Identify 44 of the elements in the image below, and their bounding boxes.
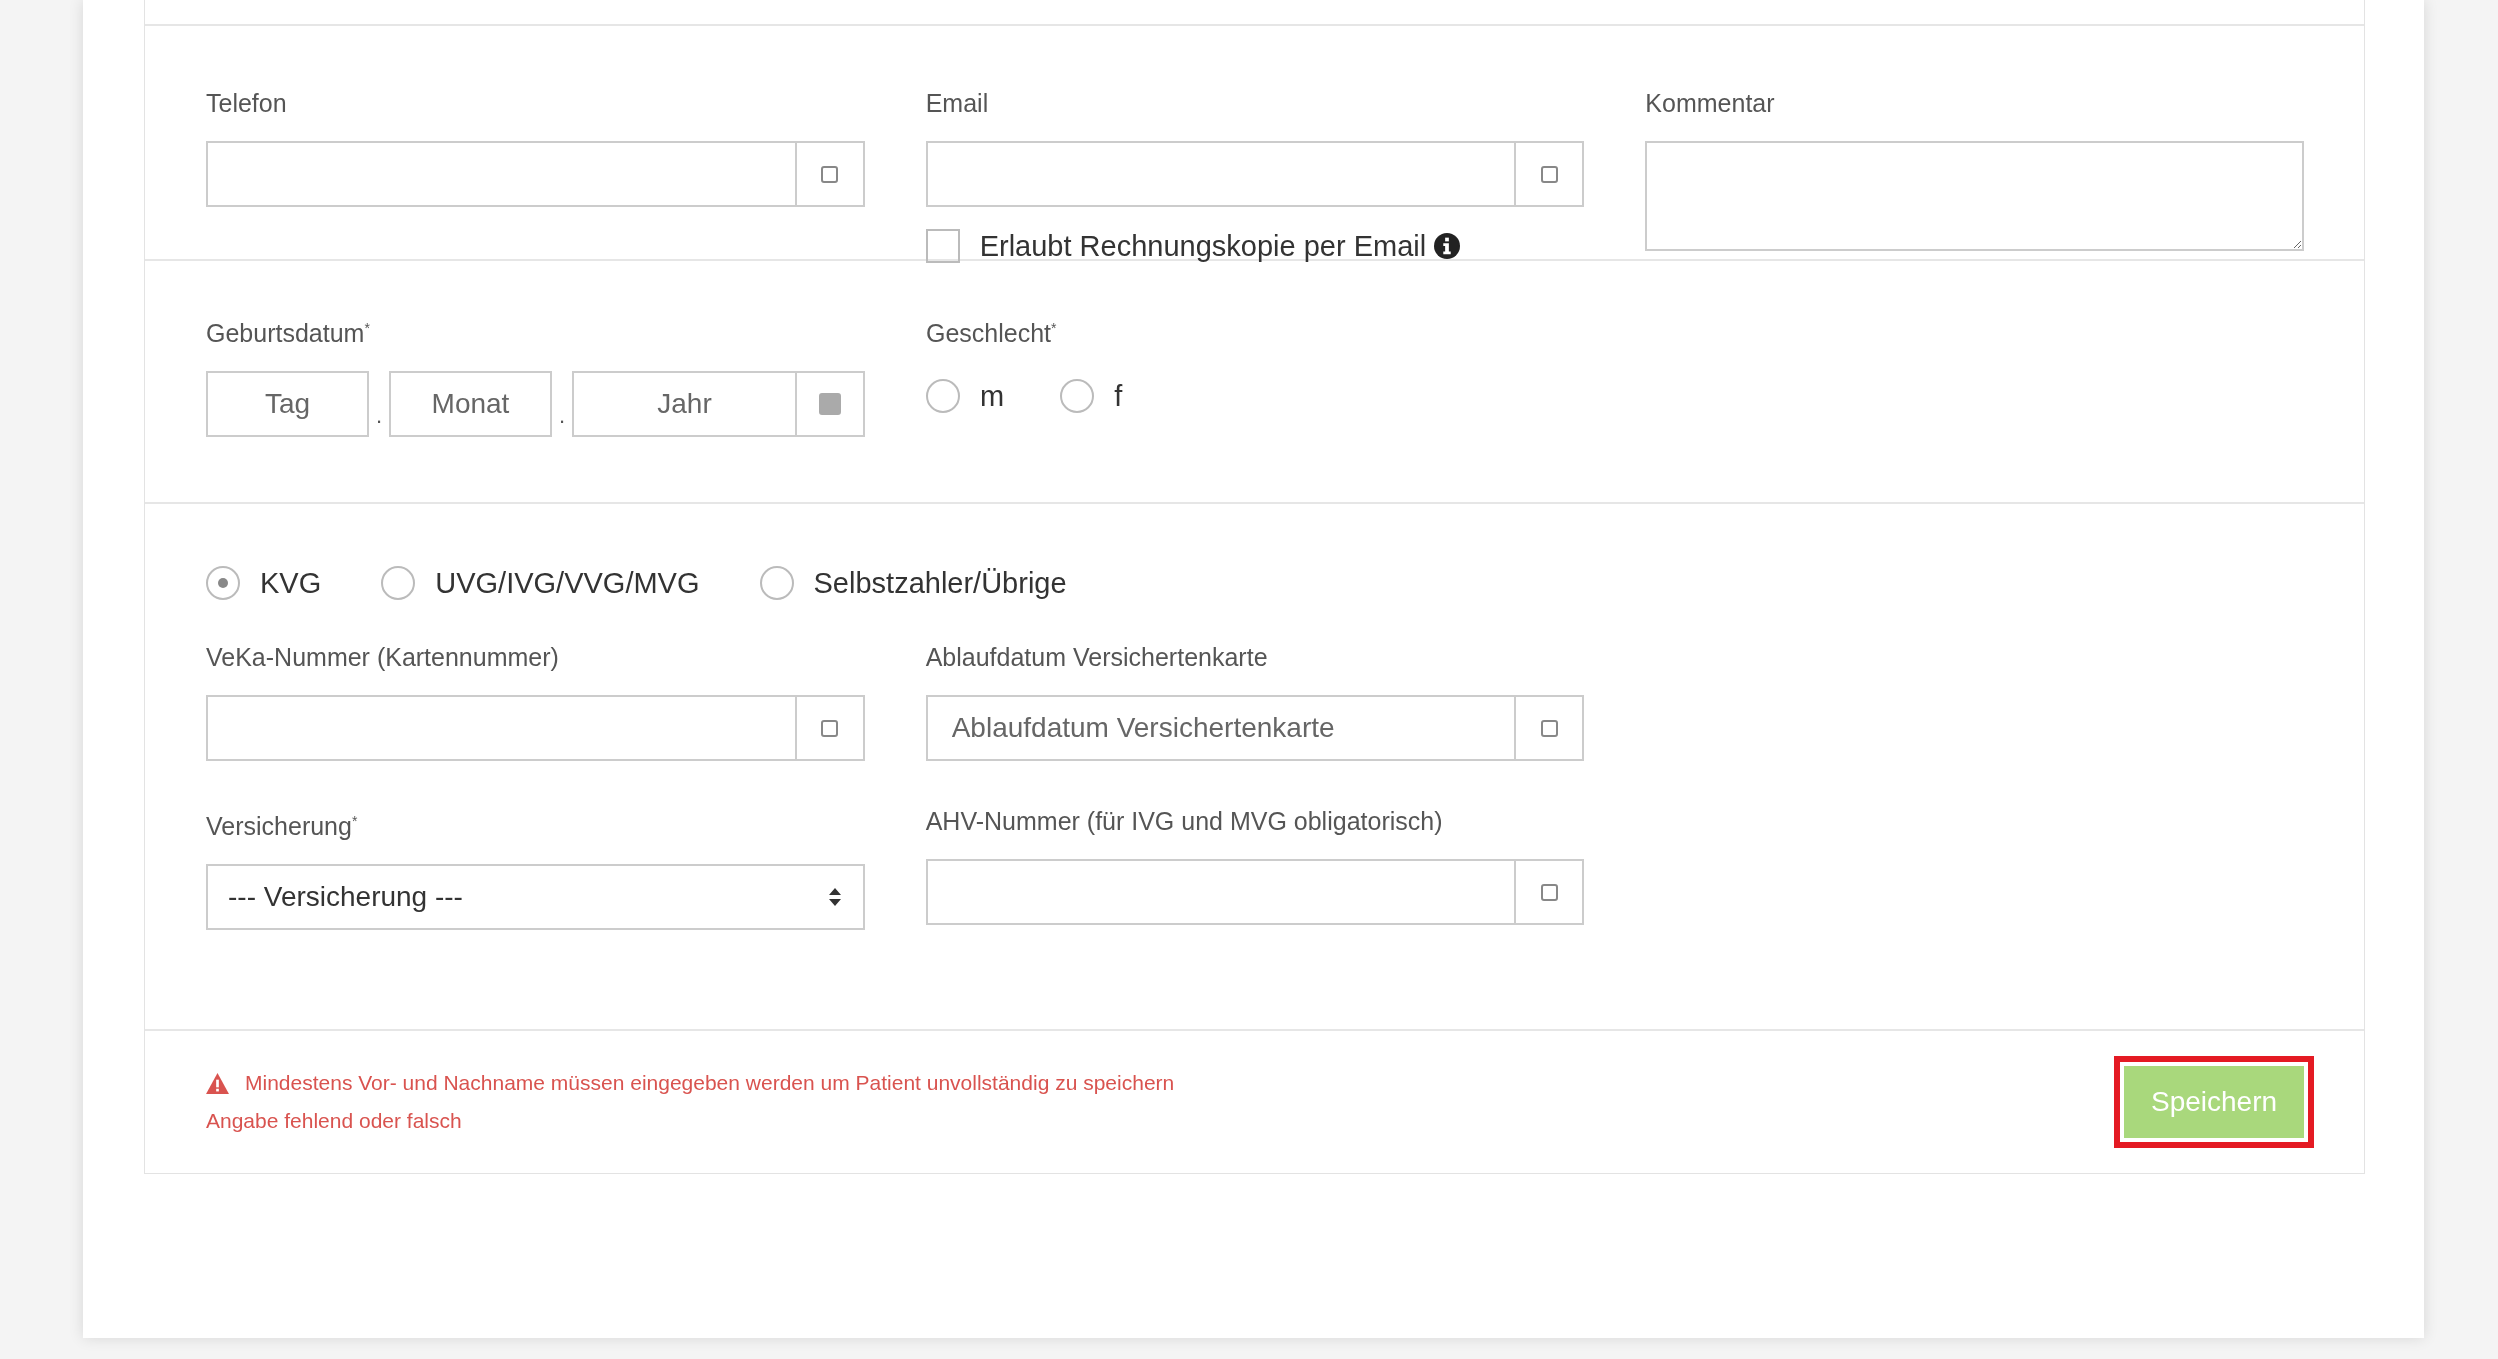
radio-button[interactable] (1060, 379, 1095, 414)
filled-square-icon (819, 393, 841, 416)
comment-textarea[interactable] (1645, 141, 2304, 251)
field-label: Kommentar (1645, 88, 1776, 118)
radio-label: m (980, 379, 1005, 413)
info-icon (1434, 233, 1461, 259)
field-label: Telefon (206, 88, 288, 118)
sort-caret-icon (828, 888, 841, 907)
square-icon (821, 719, 839, 737)
square-icon (1540, 719, 1558, 737)
radio-button[interactable] (926, 379, 960, 414)
radio-button[interactable] (381, 566, 416, 600)
date-part-input[interactable]: Monat (389, 371, 552, 438)
field-label: AHV-Nummer (für IVG und MVG obligatorisch) (925, 806, 1444, 836)
radio-button[interactable] (206, 566, 240, 600)
square-icon (1540, 165, 1558, 183)
ahv-number-input[interactable] (925, 859, 1517, 925)
email-input[interactable] (925, 141, 1517, 207)
date-part-input[interactable]: Jahr (572, 371, 797, 438)
warning-icon (206, 1072, 229, 1094)
square-icon (821, 165, 839, 183)
radio-label: KVG (260, 566, 322, 600)
radio-label: f (1114, 379, 1123, 413)
radio-button[interactable] (759, 566, 794, 600)
checkbox[interactable] (925, 229, 960, 263)
field-label: Geschlecht$^{*}$ (926, 318, 1058, 349)
date-part-input[interactable]: Tag (206, 371, 369, 438)
field-label: Versicherung$^{*}$ (206, 811, 359, 842)
radio-label: UVG/IVG/VVG/MVG (435, 566, 700, 600)
field-label: Ablaufdatum Versichertenkarte (925, 642, 1269, 672)
field-label: VeKa-Nummer (Kartennummer) (206, 642, 560, 672)
checkbox-label: Erlaubt Rechnungskopie per Email (979, 229, 1427, 263)
insurance-select[interactable]: --- Versicherung --- (206, 864, 865, 931)
field-label: Geburtsdatum$^{*}$ (206, 318, 371, 349)
phone-input[interactable] (206, 141, 797, 207)
validation-message: Mindestens Vor- und Nachname müssen eingegeben werden um Patient unvollständig zu speichern (245, 1071, 1175, 1095)
square-icon (1540, 883, 1558, 901)
date-separator: . (557, 403, 567, 431)
date-separator: . (374, 403, 384, 431)
field-label: Email (925, 88, 990, 118)
radio-label: Selbstzahler/Übrige (813, 566, 1067, 600)
expiry-date-input[interactable]: Ablaufdatum Versichertenkarte (925, 695, 1517, 761)
validation-message: Angabe fehlend oder falsch (206, 1109, 462, 1133)
card-number-input[interactable] (206, 695, 797, 761)
